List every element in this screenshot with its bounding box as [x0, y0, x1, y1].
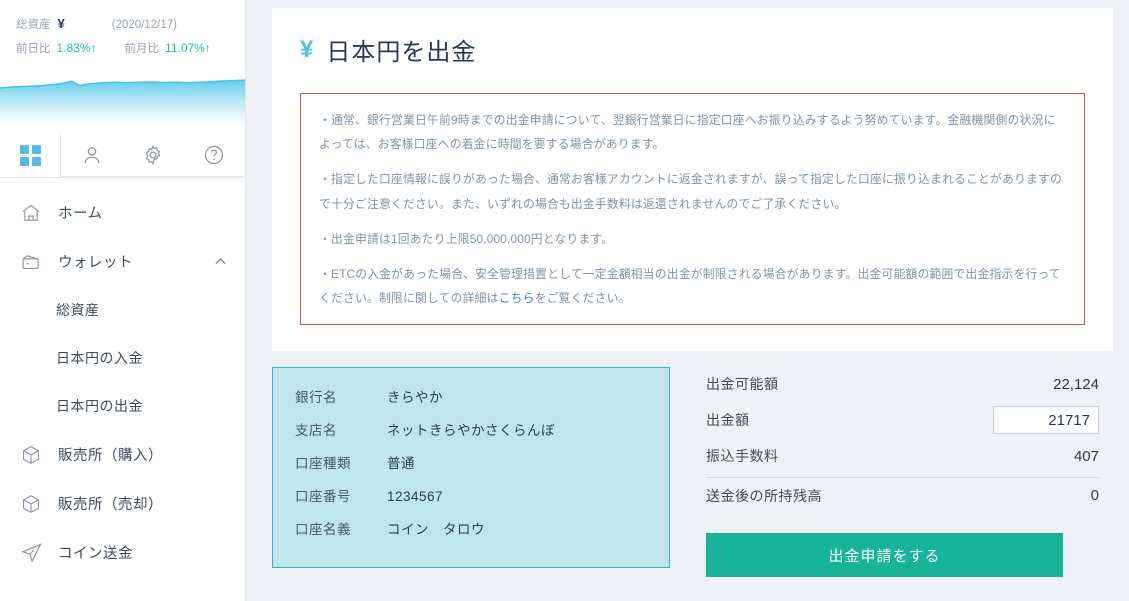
sidebar-item-label: 総資産: [56, 302, 100, 318]
available-amount-row: 出金可能額 22,124: [706, 367, 1099, 401]
asset-summary: 総資産 ¥ (2020/12/17) 前日比 1.83%↑ 前月比 11.07%…: [0, 0, 245, 64]
bank-row: 口座名義 コイン タロウ: [273, 518, 669, 551]
bank-row-key: 口座番号: [295, 489, 351, 505]
bank-row-value: 1234567: [387, 489, 444, 505]
tab-dashboard[interactable]: [0, 134, 61, 177]
notice-paragraph-with-link: ・ETCの入金があった場合、安全管理措置として一定金額相当の出金が制限される場合…: [319, 262, 1066, 310]
day-change-value: 1.83%↑: [56, 41, 97, 55]
bank-row-value: 普通: [387, 456, 415, 472]
notice-paragraph: ・出金申請は1回あたり上限50,000,000円となります。: [319, 231, 614, 246]
person-icon: [84, 147, 99, 164]
sidebar-item-coin-send[interactable]: コイン送金: [0, 528, 245, 577]
sidebar-item-jpy-withdraw[interactable]: 日本円の出金: [0, 382, 245, 430]
amount-panel: 出金可能額 22,124 出金額 振込手数料 407 送金後の所持残高 0 出金…: [706, 367, 1113, 578]
sidebar-item-label: コイン送金: [58, 546, 133, 562]
remaining-balance-row: 送金後の所持残高 0: [706, 477, 1099, 511]
sidebar-item-jpy-deposit[interactable]: 日本円の入金: [0, 334, 245, 382]
sidebar-item-wallet[interactable]: ウォレット: [0, 237, 245, 286]
total-asset-label: 総資産: [16, 19, 51, 31]
main-content: ¥ 日本円を出金 ・通常、銀行営業日午前9時までの出金申請について、翌銀行営業日…: [246, 0, 1129, 601]
page-title-text: 日本円を出金: [326, 39, 477, 66]
box-icon: [20, 493, 46, 515]
transfer-fee-row: 振込手数料 407: [706, 439, 1099, 473]
bank-row: 口座種類 普通: [273, 452, 669, 485]
sidebar-item-shop-buy[interactable]: 販売所（購入）: [0, 430, 245, 479]
yen-icon: ¥: [300, 35, 315, 63]
month-change-value: 11.07%↑: [165, 41, 211, 55]
day-change-label: 前日比: [16, 43, 51, 55]
notice-box: ・通常、銀行営業日午前9時までの出金申請について、翌銀行営業日に指定口座へお振り…: [300, 93, 1085, 326]
tab-account[interactable]: [61, 134, 122, 177]
sidebar-item-total-assets[interactable]: 総資産: [0, 286, 245, 334]
bank-row-key: 支店名: [295, 423, 337, 439]
bank-row: 口座番号 1234567: [273, 485, 669, 518]
asset-date: (2020/12/17): [111, 19, 177, 31]
notice-paragraph: ・指定した口座情報に誤りがあった場合、通常お客様アカウントに返金されますが、誤っ…: [319, 172, 1062, 211]
bank-row: 支店名 ネットきらやかさくらんぼ: [273, 419, 669, 452]
bank-row-value: コイン タロウ: [387, 522, 485, 538]
asset-sparkline-chart: [0, 74, 245, 132]
gear-icon: [145, 145, 160, 166]
bank-row-value: きらやか: [387, 390, 443, 406]
sidebar-item-label: 日本円の出金: [56, 398, 143, 414]
submit-withdraw-button[interactable]: 出金申請をする: [706, 533, 1063, 578]
sidebar-item-label: ホーム: [58, 206, 103, 222]
total-asset-currency: ¥: [57, 16, 65, 31]
sidebar-item-label: ウォレット: [58, 255, 133, 271]
month-change-label: 前月比: [124, 43, 160, 55]
sidebar-tabstrip: [0, 134, 245, 178]
bank-row: 銀行名 きらやか: [273, 386, 669, 419]
sidebar-item-label: 販売所（購入）: [58, 448, 163, 464]
sidebar-item-shop-sell[interactable]: 販売所（売却）: [0, 479, 245, 528]
question-icon: [204, 145, 223, 165]
bank-row-key: 口座名義: [295, 522, 351, 538]
box-icon: [20, 444, 46, 466]
grid-icon: [19, 145, 41, 166]
withdraw-amount-row: 出金額: [706, 401, 1099, 439]
sidebar-item-home[interactable]: ホーム: [0, 188, 245, 237]
asset-summary-changes: 前日比 1.83%↑ 前月比 11.07%↑: [16, 39, 229, 58]
remaining-balance-value: 0: [1090, 487, 1099, 505]
page-title: ¥ 日本円を出金: [300, 32, 1085, 67]
available-amount-value: 22,124: [1053, 375, 1099, 393]
send-icon: [20, 541, 46, 564]
wallet-icon: [20, 251, 46, 273]
bank-row-key: 口座種類: [295, 456, 351, 472]
remaining-balance-label: 送金後の所持残高: [706, 487, 822, 504]
notice-paragraph: ・通常、銀行営業日午前9時までの出金申請について、翌銀行営業日に指定口座へお振り…: [319, 113, 1056, 152]
available-amount-label: 出金可能額: [706, 376, 779, 393]
tab-help[interactable]: [183, 134, 244, 177]
notice-detail-link[interactable]: こちら: [499, 291, 535, 305]
sidebar-item-label: 販売所（売却）: [58, 497, 163, 513]
transfer-fee-value: 407: [1073, 447, 1099, 465]
withdraw-form-row: 銀行名 きらやか 支店名 ネットきらやかさくらんぼ 口座種類 普通 口座番号 1…: [272, 367, 1113, 578]
notice-text-post: をご覧ください。: [534, 291, 631, 306]
notice-text-pre: ・ETCの入金があった場合、安全管理措置として一定金額相当の出金が制限される場合…: [319, 266, 1061, 306]
asset-summary-top: 総資産 ¥ (2020/12/17): [16, 14, 229, 35]
app-root: 総資産 ¥ (2020/12/17) 前日比 1.83%↑ 前月比 11.07%…: [0, 0, 1129, 601]
withdraw-amount-input[interactable]: [993, 406, 1099, 435]
sidebar-navigation: ホーム ウォレット 総資産 日本円の入金 日本円の出金 販売所（購入） 販売所（…: [0, 178, 245, 577]
bank-row-key: 銀行名: [295, 390, 337, 406]
withdraw-amount-label: 出金額: [706, 412, 750, 429]
withdraw-panel: ¥ 日本円を出金 ・通常、銀行営業日午前9時までの出金申請について、翌銀行営業日…: [272, 8, 1113, 352]
bank-row-value: ネットきらやかさくらんぼ: [387, 423, 555, 439]
sparkline-svg: [0, 79, 245, 132]
bank-account-card: 銀行名 きらやか 支店名 ネットきらやかさくらんぼ 口座種類 普通 口座番号 1…: [272, 367, 670, 569]
tab-settings[interactable]: [122, 134, 183, 177]
sidebar: 総資産 ¥ (2020/12/17) 前日比 1.83%↑ 前月比 11.07%…: [0, 0, 246, 601]
sidebar-item-label: 日本円の入金: [56, 350, 143, 366]
transfer-fee-label: 振込手数料: [706, 448, 779, 465]
home-icon: [20, 202, 46, 224]
chevron-up-icon[interactable]: [212, 253, 229, 270]
